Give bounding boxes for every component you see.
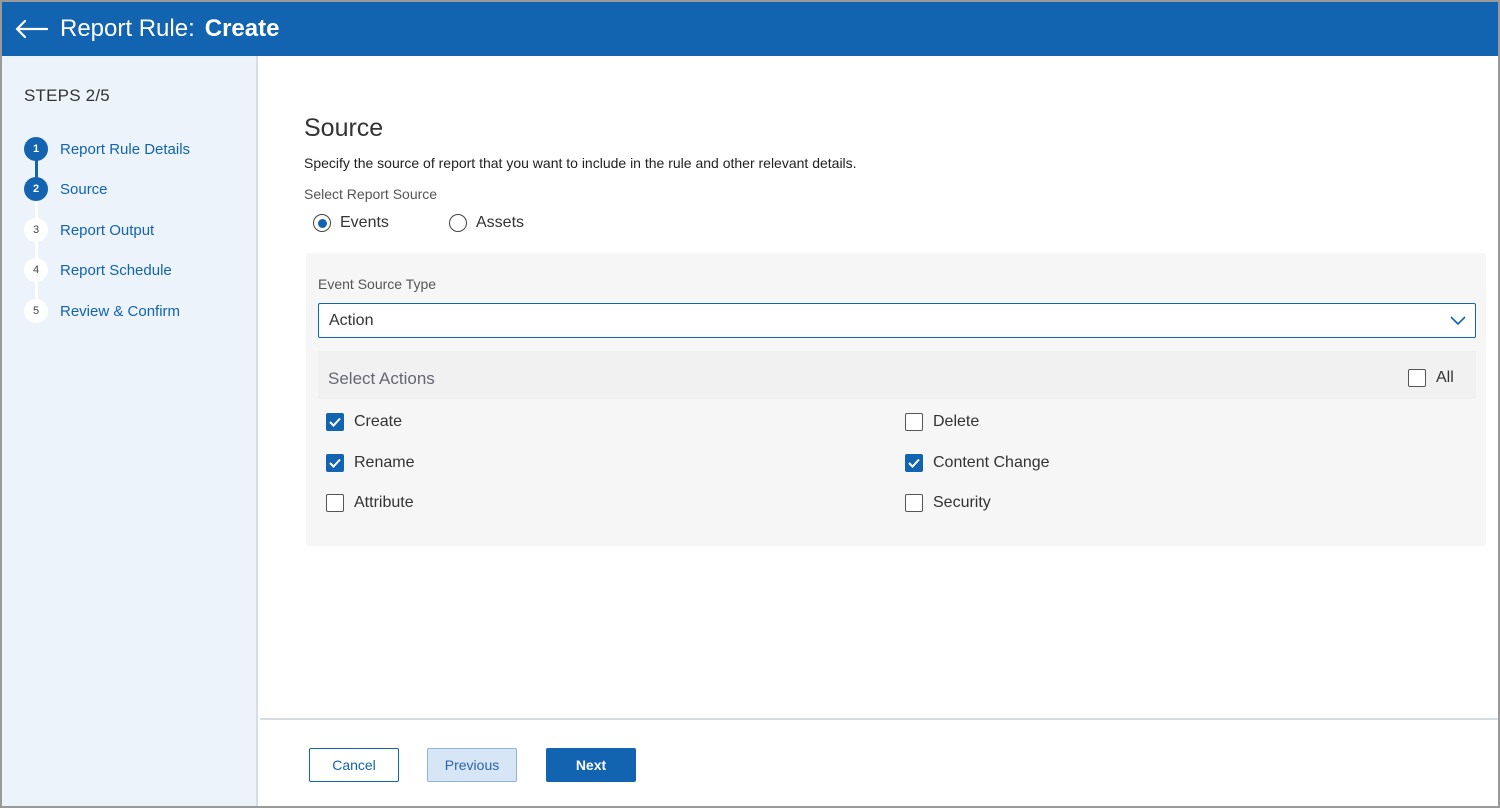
checkbox-label: Security bbox=[933, 494, 991, 511]
steps-progress-label: STEPS 2/5 bbox=[24, 86, 110, 105]
previous-button[interactable]: Previous bbox=[427, 748, 517, 782]
step-label: Review & Confirm bbox=[60, 302, 181, 320]
cancel-button[interactable]: Cancel bbox=[309, 748, 399, 782]
section-description: Specify the source of report that you wa… bbox=[304, 155, 857, 171]
select-value: Action bbox=[329, 311, 374, 329]
step-label: Report Output bbox=[60, 221, 155, 239]
checkbox-label: Attribute bbox=[354, 494, 414, 511]
step-label: Source bbox=[60, 180, 108, 198]
step-item-report-rule-details[interactable]: 1 Report Rule Details bbox=[24, 137, 190, 161]
checkbox-rename[interactable]: Rename bbox=[326, 454, 414, 472]
next-button[interactable]: Next bbox=[546, 748, 636, 782]
step-label: Report Rule Details bbox=[60, 140, 191, 158]
report-source-label: Select Report Source bbox=[304, 186, 438, 202]
chevron-down-icon bbox=[1450, 316, 1466, 326]
radio-button-selected[interactable] bbox=[313, 214, 331, 232]
page-header: Report Rule: Create bbox=[2, 2, 1498, 56]
steps-sidebar: STEPS 2/5 1 Report Rule Details 2 Source… bbox=[2, 56, 258, 806]
wizard-footer: Cancel Previous Next bbox=[260, 718, 1498, 806]
step-item-source[interactable]: 2 Source bbox=[24, 177, 108, 201]
checkbox-label: Create bbox=[354, 413, 403, 430]
checkbox[interactable] bbox=[905, 413, 923, 431]
checkbox-content-change[interactable]: Content Change bbox=[905, 454, 1050, 472]
checkbox[interactable] bbox=[905, 494, 923, 512]
event-source-type-label: Event Source Type bbox=[318, 276, 437, 292]
checkbox[interactable] bbox=[326, 494, 344, 512]
page-title: Report Rule: Create bbox=[60, 15, 279, 43]
checkbox-label: Content Change bbox=[933, 454, 1050, 471]
checkbox[interactable] bbox=[1408, 369, 1426, 387]
check-icon bbox=[329, 458, 341, 468]
select-actions-label: Select Actions bbox=[328, 369, 435, 388]
checkbox-delete[interactable]: Delete bbox=[905, 413, 979, 431]
radio-label: Events bbox=[340, 214, 389, 231]
checkbox-label: All bbox=[1436, 369, 1454, 386]
radio-button[interactable] bbox=[449, 214, 467, 232]
step-label: Report Schedule bbox=[60, 261, 172, 279]
check-icon bbox=[329, 417, 341, 427]
radio-events[interactable]: Events bbox=[313, 214, 389, 232]
event-source-panel: Event Source Type Action Select Actions … bbox=[306, 253, 1486, 546]
checkbox-checked[interactable] bbox=[326, 413, 344, 431]
page-title-action: Create bbox=[204, 15, 280, 42]
step-item-report-output[interactable]: 3 Report Output bbox=[24, 218, 154, 242]
radio-assets[interactable]: Assets bbox=[449, 214, 524, 232]
checkbox-security[interactable]: Security bbox=[905, 494, 991, 512]
step-item-report-schedule[interactable]: 4 Report Schedule bbox=[24, 258, 172, 282]
step-item-review-confirm[interactable]: 5 Review & Confirm bbox=[24, 299, 180, 323]
checkbox-all[interactable]: All bbox=[1408, 369, 1454, 387]
checkbox-checked[interactable] bbox=[905, 454, 923, 472]
main-content: Source Specify the source of report that… bbox=[260, 56, 1498, 718]
section-heading: Source bbox=[304, 114, 384, 142]
step-number: 5 bbox=[24, 299, 48, 323]
step-number: 4 bbox=[24, 258, 48, 282]
radio-label: Assets bbox=[476, 214, 525, 231]
checkbox-create[interactable]: Create bbox=[326, 413, 402, 431]
back-button[interactable] bbox=[14, 14, 52, 44]
checkbox-checked[interactable] bbox=[326, 454, 344, 472]
step-number: 2 bbox=[24, 177, 48, 201]
event-source-type-select[interactable]: Action bbox=[318, 303, 1476, 338]
step-number: 3 bbox=[24, 218, 48, 242]
checkbox-label: Delete bbox=[933, 413, 980, 430]
check-icon bbox=[908, 458, 920, 468]
step-connector-rest bbox=[35, 189, 38, 311]
checkbox-label: Rename bbox=[354, 454, 415, 471]
step-number: 1 bbox=[24, 137, 48, 161]
app-frame: Report Rule: Create STEPS 2/5 1 Report R… bbox=[0, 0, 1500, 808]
checkbox-attribute[interactable]: Attribute bbox=[326, 494, 414, 512]
page-title-prefix: Report Rule: bbox=[60, 15, 195, 42]
select-actions-header: Select Actions bbox=[318, 351, 1476, 399]
arrow-left-icon bbox=[15, 19, 48, 39]
